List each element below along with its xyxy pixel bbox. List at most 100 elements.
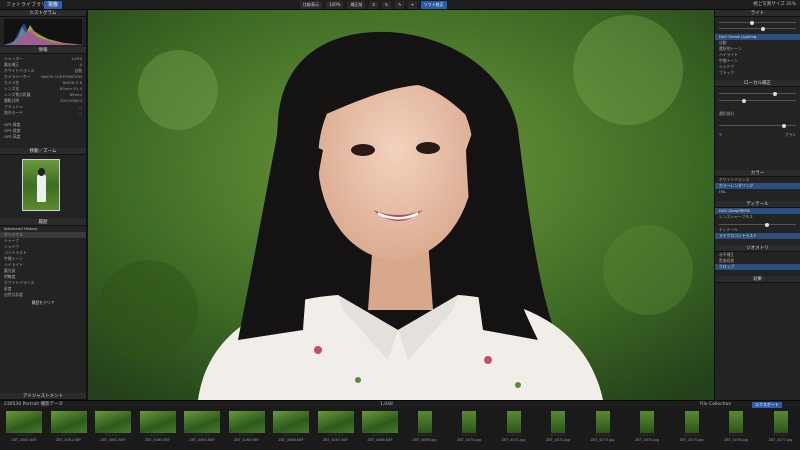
thumbnail-image bbox=[95, 411, 131, 433]
thumbnail-filename: Z8T_4064.NEF bbox=[189, 438, 215, 442]
histogram bbox=[4, 19, 82, 45]
lens-sharpness-row[interactable]: レンズシャープネス bbox=[715, 214, 800, 220]
thumbnail-filename: Z8T_4076.jpg bbox=[724, 438, 748, 442]
rotate-icon[interactable]: ↻ bbox=[381, 1, 392, 9]
thumbnail-image bbox=[773, 411, 788, 433]
histogram-graph bbox=[4, 23, 82, 45]
navigator-header[interactable]: 移動／ズーム bbox=[0, 148, 86, 155]
workspace-label[interactable]: 極上写真サイズ 35% bbox=[753, 1, 796, 9]
info-header[interactable]: 情報 bbox=[0, 47, 86, 54]
thumbnail-filename: Z8T_4065.NEF bbox=[233, 438, 260, 442]
local-adjust-header[interactable]: ローカル補正 bbox=[715, 80, 800, 87]
histogram-header[interactable]: ヒストグラム bbox=[0, 10, 86, 17]
filmstrip-thumbnail[interactable]: ☆☆☆☆☆ Z8T_4072.jpg bbox=[538, 411, 578, 448]
thumbnail-image bbox=[228, 411, 265, 433]
tab-develop[interactable]: 現像 bbox=[44, 1, 63, 9]
geometry-header[interactable]: ジオメトリ bbox=[715, 245, 800, 252]
contrast-slider[interactable] bbox=[719, 26, 796, 31]
gps-altitude: GPS 高度 bbox=[4, 134, 21, 139]
filmstrip-thumbnail[interactable]: ☆☆☆☆☆ Z8T_4063.NEF bbox=[138, 411, 178, 448]
thumbnail-image bbox=[729, 411, 743, 433]
navigator-figure bbox=[37, 174, 46, 202]
top-toolbar: フォトライブラリ 現像 比較表示 100% 補正前 ⌗ ↻ ✎ ⌖ ソフト校正 … bbox=[0, 0, 800, 10]
compare-button[interactable]: 比較表示 bbox=[300, 1, 322, 9]
main-photo-viewer[interactable] bbox=[88, 10, 714, 400]
exif-row: 測光モード — bbox=[4, 110, 82, 115]
slider-knob[interactable] bbox=[765, 222, 770, 227]
thumbnail-image bbox=[6, 411, 42, 433]
brush-icon[interactable]: ✎ bbox=[395, 1, 405, 9]
thumbnail-filename: Z8T_4075.jpg bbox=[679, 438, 704, 442]
thumbnail-filename: Z8T_4071.jpg bbox=[501, 438, 526, 442]
filmstrip-thumbnail[interactable]: ☆☆☆☆☆ Z8T_4069.jpg bbox=[405, 411, 445, 448]
hsl-row[interactable]: HSL bbox=[715, 189, 800, 195]
color-header[interactable]: カラー bbox=[715, 170, 800, 177]
thumbnail-image bbox=[417, 411, 432, 433]
slider-knob[interactable] bbox=[742, 98, 747, 103]
filmstrip-thumbnail[interactable]: ☆☆☆☆☆ Z8T_4062.NEF bbox=[93, 411, 133, 448]
thumbnail-image bbox=[506, 411, 521, 433]
exposure-slider[interactable] bbox=[719, 20, 796, 25]
history-header[interactable]: 履歴 bbox=[0, 219, 86, 226]
selection-slider[interactable] bbox=[719, 123, 796, 128]
slider-knob[interactable] bbox=[749, 20, 754, 25]
filmstrip-thumbnail[interactable]: ☆☆☆☆☆ Z8T_4067.NEF bbox=[316, 411, 356, 448]
light-header[interactable]: ライト bbox=[715, 10, 800, 17]
history-item[interactable]: 自然な彩度 bbox=[0, 292, 86, 298]
crop-row[interactable]: クロップ bbox=[715, 264, 800, 270]
local-slider[interactable] bbox=[719, 91, 796, 96]
thumbnail-image bbox=[273, 411, 309, 433]
thumbnail-image bbox=[139, 411, 176, 433]
filmstrip-thumbnail[interactable]: ☆☆☆☆☆ Z8T_4071.jpg bbox=[494, 411, 534, 448]
detail-slider[interactable] bbox=[719, 222, 796, 227]
slider-knob[interactable] bbox=[761, 26, 766, 31]
filmstrip-thumbnail[interactable]: ☆☆☆☆☆ Z8T_4074.jpg bbox=[627, 411, 667, 448]
filmstrip-thumbnail[interactable]: ☆☆☆☆☆ Z8T_4070.jpg bbox=[449, 411, 489, 448]
thumbnail-image bbox=[462, 411, 476, 433]
micro-contrast-row[interactable]: マイクロコントラスト bbox=[715, 233, 800, 239]
thumbnail-image bbox=[50, 411, 87, 433]
thumbnail-filename: Z8T_4073.jpg bbox=[590, 438, 615, 442]
exif-list: シャッター 1/250 露出補正 0 ホワイトバランス 自動 カメラメーカー NIKON… bbox=[0, 56, 86, 116]
thumbnail-image bbox=[317, 411, 354, 433]
crop-icon[interactable]: ⌗ bbox=[369, 1, 378, 9]
selection-row[interactable]: 選択部分 bbox=[715, 111, 800, 117]
detail-header[interactable]: ディテール bbox=[715, 201, 800, 208]
thumbnail-filename: Z8T_4062.NEF bbox=[100, 438, 126, 442]
slider-knob[interactable] bbox=[782, 123, 787, 128]
thumbnail-image bbox=[551, 411, 565, 433]
adjustment-header[interactable]: アドジャストメント bbox=[0, 393, 86, 400]
filmstrip-thumbnail[interactable]: ☆☆☆☆☆ Z8T_4073.jpg bbox=[583, 411, 623, 448]
filmstrip-thumbnail[interactable]: ☆☆☆☆☆ Z8T_4066.NEF bbox=[271, 411, 311, 448]
filmstrip-thumbnail[interactable]: ☆☆☆☆☆ Z8T_4065.NEF bbox=[227, 411, 267, 448]
thumbnail-filename: Z8T_4074.jpg bbox=[635, 438, 659, 442]
filmstrip-thumbnail[interactable]: ☆☆☆☆☆ Z8T_4077.jpg bbox=[761, 411, 800, 448]
filmstrip-toolbar: 230530 Portrait 撮影データ 1,048 File Collect… bbox=[0, 400, 800, 408]
left-panel: ヒストグラム 情報 シャッター 1/250 露出補正 0 ホワイトバランス 自動 カメ… bbox=[0, 10, 87, 400]
thumbnail-filename: Z8T_4068.NEF bbox=[367, 438, 393, 442]
effects-header[interactable]: 効果 bbox=[715, 276, 800, 283]
slider-knob[interactable] bbox=[772, 91, 777, 96]
thumbnail-filename: Z8T_4070.jpg bbox=[457, 438, 481, 442]
thumbnail-filename: Z8T_4061.NEF bbox=[55, 438, 82, 442]
filmstrip-thumbnail[interactable]: ☆☆☆☆☆ Z8T_4075.jpg bbox=[672, 411, 712, 448]
tab-photo-library[interactable]: フォトライブラリ bbox=[2, 1, 50, 9]
brush-row[interactable]: ✎ ブラシ bbox=[715, 132, 800, 138]
before-button[interactable]: 補正前 bbox=[347, 1, 366, 9]
thumbnail-filename: Z8T_4060.NEF bbox=[11, 438, 37, 442]
navigator-preview[interactable] bbox=[22, 159, 60, 211]
local-slider-2[interactable] bbox=[719, 98, 796, 103]
filmstrip-thumbnail[interactable]: ☆☆☆☆☆ Z8T_4076.jpg bbox=[716, 411, 756, 448]
filmstrip-thumbnail[interactable]: ☆☆☆☆☆ Z8T_4064.NEF bbox=[182, 411, 222, 448]
filmstrip-thumbnail[interactable]: ☆☆☆☆☆ Z8T_4068.NEF bbox=[360, 411, 400, 448]
blacks-row[interactable]: ブラック bbox=[715, 70, 800, 76]
soft-proof-button[interactable]: ソフト校正 bbox=[420, 1, 447, 9]
thumbnail-filename: Z8T_4063.NEF bbox=[144, 438, 171, 442]
filmstrip-thumbnail[interactable]: ☆☆☆☆☆ Z8T_4060.NEF bbox=[4, 411, 44, 448]
thumbnail-image bbox=[640, 411, 654, 433]
right-panel: ライト DxO Smart Lighting 自動 選択的トーン ハイライト 中… bbox=[714, 10, 800, 400]
eyedropper-icon[interactable]: ⌖ bbox=[408, 1, 417, 9]
clear-history-button[interactable]: 履歴をクリア bbox=[0, 300, 86, 306]
zoom-100-button[interactable]: 100% bbox=[326, 1, 344, 9]
filmstrip-thumbnail[interactable]: ☆☆☆☆☆ Z8T_4061.NEF bbox=[49, 411, 89, 448]
